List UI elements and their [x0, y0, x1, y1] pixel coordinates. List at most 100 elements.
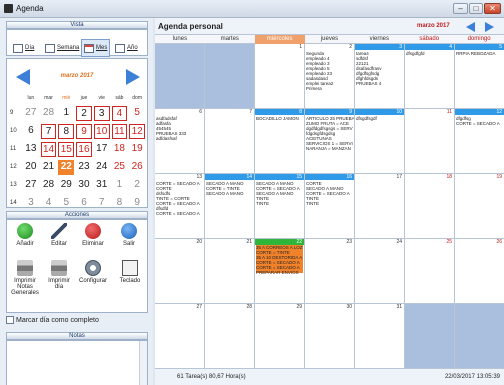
print-day-button[interactable]: Imprimir día: [45, 260, 73, 290]
configure-button[interactable]: Configurar: [75, 260, 111, 284]
calendar-day-cell[interactable]: 10 dfsgdfsgdf: [355, 109, 404, 173]
calendar-day-cell[interactable]: 11: [405, 109, 454, 173]
mini-calendar-day[interactable]: 22: [58, 159, 75, 175]
mini-calendar-day[interactable]: 1: [58, 106, 74, 121]
mini-calendar-day[interactable]: 3: [23, 196, 39, 211]
calendar-day-cell[interactable]: 16 CORTE SECADO A MANO CORTE = SECADO A T…: [305, 174, 354, 238]
maximize-button[interactable]: □: [469, 3, 483, 14]
mini-calendar-day[interactable]: 16: [76, 141, 92, 157]
calendar-day-cell[interactable]: 15 SECADO A MANO CORTE = SECADO A SECADO …: [255, 174, 304, 238]
mini-calendar-day[interactable]: 6: [76, 196, 92, 211]
keyboard-button[interactable]: Teclado: [115, 260, 145, 284]
prev-month-arrow-icon[interactable]: [16, 69, 30, 85]
calendar-day-cell[interactable]: [455, 304, 504, 368]
calendar-day-cell[interactable]: 22 35 A CORREOS A LOZ CORTE = TINTE 35 A …: [255, 239, 304, 303]
calendar-day-cell[interactable]: 7: [205, 109, 254, 173]
notes-scrollbar[interactable]: [139, 341, 147, 385]
mini-calendar-day[interactable]: 12: [129, 123, 145, 139]
mini-calendar-day[interactable]: 28: [41, 178, 57, 193]
mini-calendar-day[interactable]: 28: [41, 106, 57, 121]
day-task-list[interactable]: BOCADILLO JAMON: [256, 116, 303, 121]
delete-button[interactable]: Eliminar: [77, 223, 109, 247]
mini-calendar-day[interactable]: 1: [112, 178, 128, 193]
day-task-list[interactable]: dfsgdfsgdf: [356, 116, 403, 121]
calendar-day-cell[interactable]: 13 CORTE = SECADO A CORTE dsfsdfs TINTE =…: [155, 174, 204, 238]
calendar-day-cell[interactable]: 29: [255, 304, 304, 368]
mini-calendar-day[interactable]: 23: [76, 160, 92, 175]
mini-calendar-day[interactable]: 25: [112, 160, 128, 175]
calendar-day-cell[interactable]: 6 asdfadsfaf adfasfa 454545 PRUEBAS 333 a…: [155, 109, 204, 173]
mini-calendar-day[interactable]: 4: [41, 196, 57, 211]
mark-complete-checkbox[interactable]: Marcar día como completo: [6, 316, 99, 324]
day-task-list[interactable]: 35 A CORREOS A LOZ CORTE = TINTE 35 A 10…: [256, 245, 303, 275]
day-task-list[interactable]: dfgdfsg CORTE = SECADO A: [456, 116, 503, 126]
mini-calendar-day[interactable]: 9: [129, 196, 145, 211]
mini-calendar-day[interactable]: 8: [112, 196, 128, 211]
mini-calendar-day[interactable]: 27: [23, 178, 39, 193]
print-notes-button[interactable]: Imprimir Notas Generales: [8, 260, 42, 296]
prev-month-icon[interactable]: [466, 22, 475, 32]
mini-calendar-day[interactable]: 29: [58, 178, 74, 193]
calendar-day-cell[interactable]: 17: [355, 174, 404, 238]
notes-textarea[interactable]: [6, 340, 148, 385]
mini-calendar-day[interactable]: 5: [129, 106, 145, 121]
day-task-list[interactable]: asdfadsfaf adfasfa 454545 PRUEBAS 333 ad…: [156, 116, 203, 141]
calendar-day-cell[interactable]: 20: [155, 239, 204, 303]
calendar-day-cell[interactable]: 28: [205, 304, 254, 368]
view-year-button[interactable]: Año: [115, 39, 138, 57]
view-day-button[interactable]: Día: [13, 39, 34, 57]
mini-calendar-day[interactable]: 13: [23, 142, 39, 157]
mini-calendar-day[interactable]: 5: [58, 196, 74, 211]
day-task-list[interactable]: RRPIA REBOZADA: [456, 51, 503, 56]
mini-calendar-day[interactable]: 18: [112, 142, 128, 157]
calendar-day-cell[interactable]: 24: [355, 239, 404, 303]
mini-calendar-day[interactable]: 17: [94, 142, 110, 157]
calendar-day-cell[interactable]: [405, 304, 454, 368]
mini-calendar-day[interactable]: 10: [93, 123, 110, 139]
mini-calendar-day[interactable]: 9: [76, 123, 92, 139]
mini-calendar-day[interactable]: 2: [76, 105, 92, 121]
view-month-button[interactable]: Mes: [81, 39, 111, 57]
day-task-list[interactable]: CORTE SECADO A MANO CORTE = SECADO A TIN…: [306, 181, 353, 206]
calendar-day-cell[interactable]: 31: [355, 304, 404, 368]
day-task-list[interactable]: ARTICULO 25 PRUEBA ZUMO FRUTA = ACE dgdf…: [306, 116, 354, 151]
mini-calendar-day[interactable]: 3: [93, 105, 110, 121]
close-button[interactable]: ✕: [484, 3, 501, 14]
calendar-day-cell[interactable]: 14 SECADO A MANO CORTE = TINTE SECADO A M…: [205, 174, 254, 238]
mini-calendar-day[interactable]: 24: [94, 160, 110, 175]
next-month-icon[interactable]: [485, 22, 494, 32]
calendar-day-cell[interactable]: [205, 44, 254, 108]
exit-button[interactable]: Salir: [115, 223, 143, 247]
mini-calendar-day[interactable]: 14: [40, 141, 57, 157]
calendar-day-cell[interactable]: 12 dfgdfsg CORTE = SECADO A: [455, 109, 504, 173]
day-task-list[interactable]: SECADO A MANO CORTE = SECADO A SECADO A …: [256, 181, 303, 206]
mini-calendar-day[interactable]: 31: [94, 178, 110, 193]
day-task-list[interactable]: dfsgdfgfd: [406, 51, 453, 56]
calendar-day-cell[interactable]: 25: [405, 239, 454, 303]
mini-calendar-day[interactable]: 27: [23, 106, 39, 121]
calendar-day-cell[interactable]: 9 ARTICULO 25 PRUEBA ZUMO FRUTA = ACE dgd…: [305, 109, 354, 173]
mini-calendar-day[interactable]: 30: [76, 178, 92, 193]
edit-button[interactable]: Editar: [45, 223, 73, 247]
calendar-day-cell[interactable]: 27: [155, 304, 204, 368]
calendar-day-cell[interactable]: 2 Segunda empleado 4 empleado 3 empleado …: [305, 44, 354, 108]
view-week-button[interactable]: Semana: [45, 39, 79, 57]
mini-calendar-day[interactable]: 2: [129, 178, 145, 193]
mini-calendar-day[interactable]: 4: [111, 105, 128, 121]
mini-calendar-day[interactable]: 21: [41, 160, 57, 175]
calendar-day-cell[interactable]: 18: [405, 174, 454, 238]
mini-calendar-day[interactable]: 26: [129, 160, 145, 175]
calendar-day-cell[interactable]: [155, 44, 204, 108]
day-task-list[interactable]: tarea4 sdfdsf 22121 dsafasdfrasv dfgdfsg…: [356, 51, 403, 86]
mini-calendar-day[interactable]: 6: [23, 124, 39, 139]
calendar-day-cell[interactable]: 5 RRPIA REBOZADA: [455, 44, 504, 108]
calendar-day-cell[interactable]: 8 BOCADILLO JAMON: [255, 109, 304, 173]
calendar-day-cell[interactable]: 23: [305, 239, 354, 303]
calendar-day-cell[interactable]: 4 dfsgdfgfd: [405, 44, 454, 108]
day-task-list[interactable]: Segunda empleado 4 empleado 3 empleado 5…: [306, 51, 353, 91]
calendar-day-cell[interactable]: 1: [255, 44, 304, 108]
next-month-arrow-icon[interactable]: [126, 69, 140, 85]
mini-calendar-day[interactable]: 19: [129, 142, 145, 157]
minimize-button[interactable]: –: [453, 3, 468, 14]
mini-calendar-day[interactable]: 11: [111, 123, 128, 139]
